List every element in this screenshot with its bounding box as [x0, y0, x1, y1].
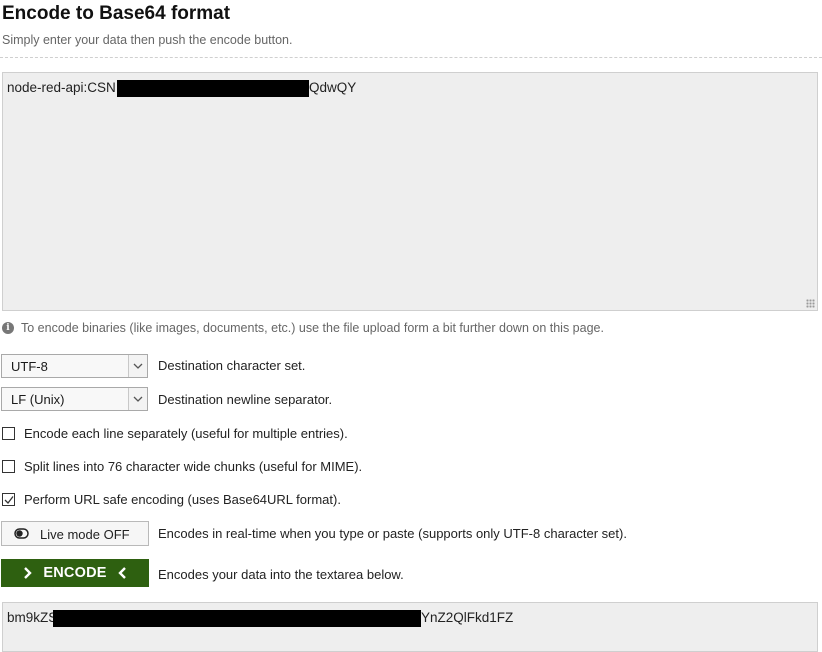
output-text-start: bm9kZS: [7, 610, 58, 625]
url-safe-label: Perform URL safe encoding (uses Base64UR…: [24, 492, 341, 507]
chevron-left-icon: [118, 567, 126, 580]
split-lines-checkbox[interactable]: [2, 460, 15, 473]
page-title: Encode to Base64 format: [2, 3, 231, 24]
redacted-block: [53, 610, 421, 627]
input-textarea[interactable]: node-red-api:CSN QdwQY: [2, 72, 818, 311]
redacted-block: [117, 80, 309, 97]
output-textarea[interactable]: bm9kZS YnZ2QlFkd1FZ: [2, 602, 818, 652]
toggle-off-icon: [14, 528, 29, 539]
charset-label: Destination character set.: [158, 358, 306, 373]
resize-grip-icon[interactable]: [806, 299, 815, 308]
newline-select[interactable]: LF (Unix): [1, 387, 148, 411]
encode-description: Encodes your data into the textarea belo…: [158, 567, 404, 582]
input-text-end: QdwQY: [309, 80, 357, 95]
each-line-label: Encode each line separately (useful for …: [24, 426, 348, 441]
split-lines-label: Split lines into 76 character wide chunk…: [24, 459, 363, 474]
newline-label: Destination newline separator.: [158, 392, 333, 407]
encode-label: ENCODE: [43, 565, 107, 581]
url-safe-checkbox[interactable]: [2, 493, 15, 506]
charset-select[interactable]: UTF-8: [1, 354, 148, 378]
live-mode-label: Live mode OFF: [40, 527, 130, 542]
charset-value: UTF-8: [11, 359, 48, 374]
divider: [0, 57, 822, 58]
page-subtitle: Simply enter your data then push the enc…: [2, 33, 293, 47]
chevron-right-icon: [24, 567, 32, 580]
chevron-down-icon[interactable]: [128, 355, 147, 377]
live-mode-description: Encodes in real-time when you type or pa…: [158, 526, 627, 541]
chevron-down-icon[interactable]: [128, 388, 147, 410]
each-line-checkbox[interactable]: [2, 427, 15, 440]
encode-button[interactable]: ENCODE: [1, 559, 149, 587]
info-icon: i: [2, 322, 14, 334]
binary-upload-note: i To encode binaries (like images, docum…: [2, 321, 604, 335]
output-text-end: YnZ2QlFkd1FZ: [421, 610, 514, 625]
newline-value: LF (Unix): [11, 392, 65, 407]
live-mode-button[interactable]: Live mode OFF: [1, 521, 149, 546]
checkmark-icon: [4, 496, 14, 504]
note-text: To encode binaries (like images, documen…: [21, 321, 604, 335]
input-text-start: node-red-api:CSN: [7, 80, 116, 95]
